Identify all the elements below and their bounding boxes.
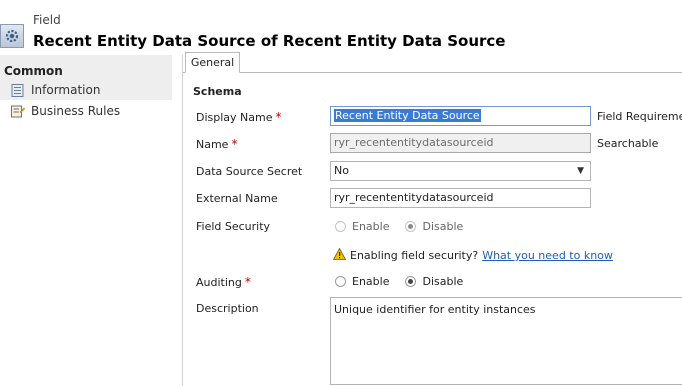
field-security-warning: Enabling field security? What you need t… bbox=[332, 247, 613, 263]
section-title: Schema bbox=[193, 85, 242, 98]
field-security-enable-option[interactable]: Enable bbox=[335, 220, 389, 233]
radio-checked-icon bbox=[405, 276, 417, 287]
radio-icon bbox=[335, 276, 346, 287]
required-marker: * bbox=[275, 110, 282, 124]
field-security-label: Field Security bbox=[196, 220, 271, 233]
page-title: Recent Entity Data Source of Recent Enti… bbox=[33, 32, 506, 50]
rules-icon bbox=[11, 105, 26, 118]
dropdown-arrow-icon: ▼ bbox=[577, 166, 584, 176]
sidebar-heading: Common bbox=[4, 64, 63, 78]
data-source-secret-select[interactable]: No ▼ bbox=[330, 161, 591, 181]
required-marker: * bbox=[244, 275, 251, 289]
auditing-radio-group: Enable Disable bbox=[335, 275, 463, 288]
sidebar-item-business-rules[interactable]: Business Rules bbox=[11, 104, 120, 118]
content-divider bbox=[182, 55, 183, 386]
searchable-label: Searchable bbox=[597, 137, 659, 150]
auditing-label: Auditing * bbox=[196, 275, 251, 289]
entity-type-label: Field bbox=[33, 13, 61, 27]
description-textarea[interactable]: Unique identifier for entity instances bbox=[330, 297, 682, 385]
sidebar-item-label: Information bbox=[31, 83, 101, 97]
name-input: ryr_recententitydatasourceid bbox=[330, 133, 591, 153]
display-name-input[interactable]: Recent Entity Data Source bbox=[330, 106, 591, 126]
tab-bar bbox=[183, 72, 682, 73]
field-requirement-label: Field Requiremen bbox=[597, 110, 682, 123]
description-label: Description bbox=[196, 302, 259, 315]
field-security-radio-group: Enable Disable bbox=[335, 220, 463, 233]
auditing-enable-option[interactable]: Enable bbox=[335, 275, 389, 288]
form-icon bbox=[11, 83, 25, 97]
tab-general[interactable]: General bbox=[185, 52, 240, 73]
radio-checked-icon bbox=[405, 221, 417, 232]
sidebar-item-label: Business Rules bbox=[31, 104, 121, 118]
name-label: Name * bbox=[196, 137, 238, 151]
sidebar-item-information[interactable]: Information bbox=[11, 83, 100, 97]
warning-text: Enabling field security? bbox=[350, 249, 479, 262]
radio-icon bbox=[335, 221, 346, 232]
entity-gear-icon bbox=[0, 24, 24, 48]
field-security-disable-option[interactable]: Disable bbox=[405, 220, 463, 233]
select-value: No bbox=[334, 164, 349, 177]
auditing-disable-option[interactable]: Disable bbox=[405, 275, 463, 288]
required-marker: * bbox=[231, 137, 238, 151]
external-name-input[interactable]: ryr_recententitydatasourceid bbox=[330, 188, 591, 208]
external-name-label: External Name bbox=[196, 192, 278, 205]
what-you-need-to-know-link[interactable]: What you need to know bbox=[482, 249, 613, 262]
warning-icon bbox=[332, 247, 347, 263]
display-name-label: Display Name * bbox=[196, 110, 282, 124]
data-source-secret-label: Data Source Secret bbox=[196, 165, 303, 178]
